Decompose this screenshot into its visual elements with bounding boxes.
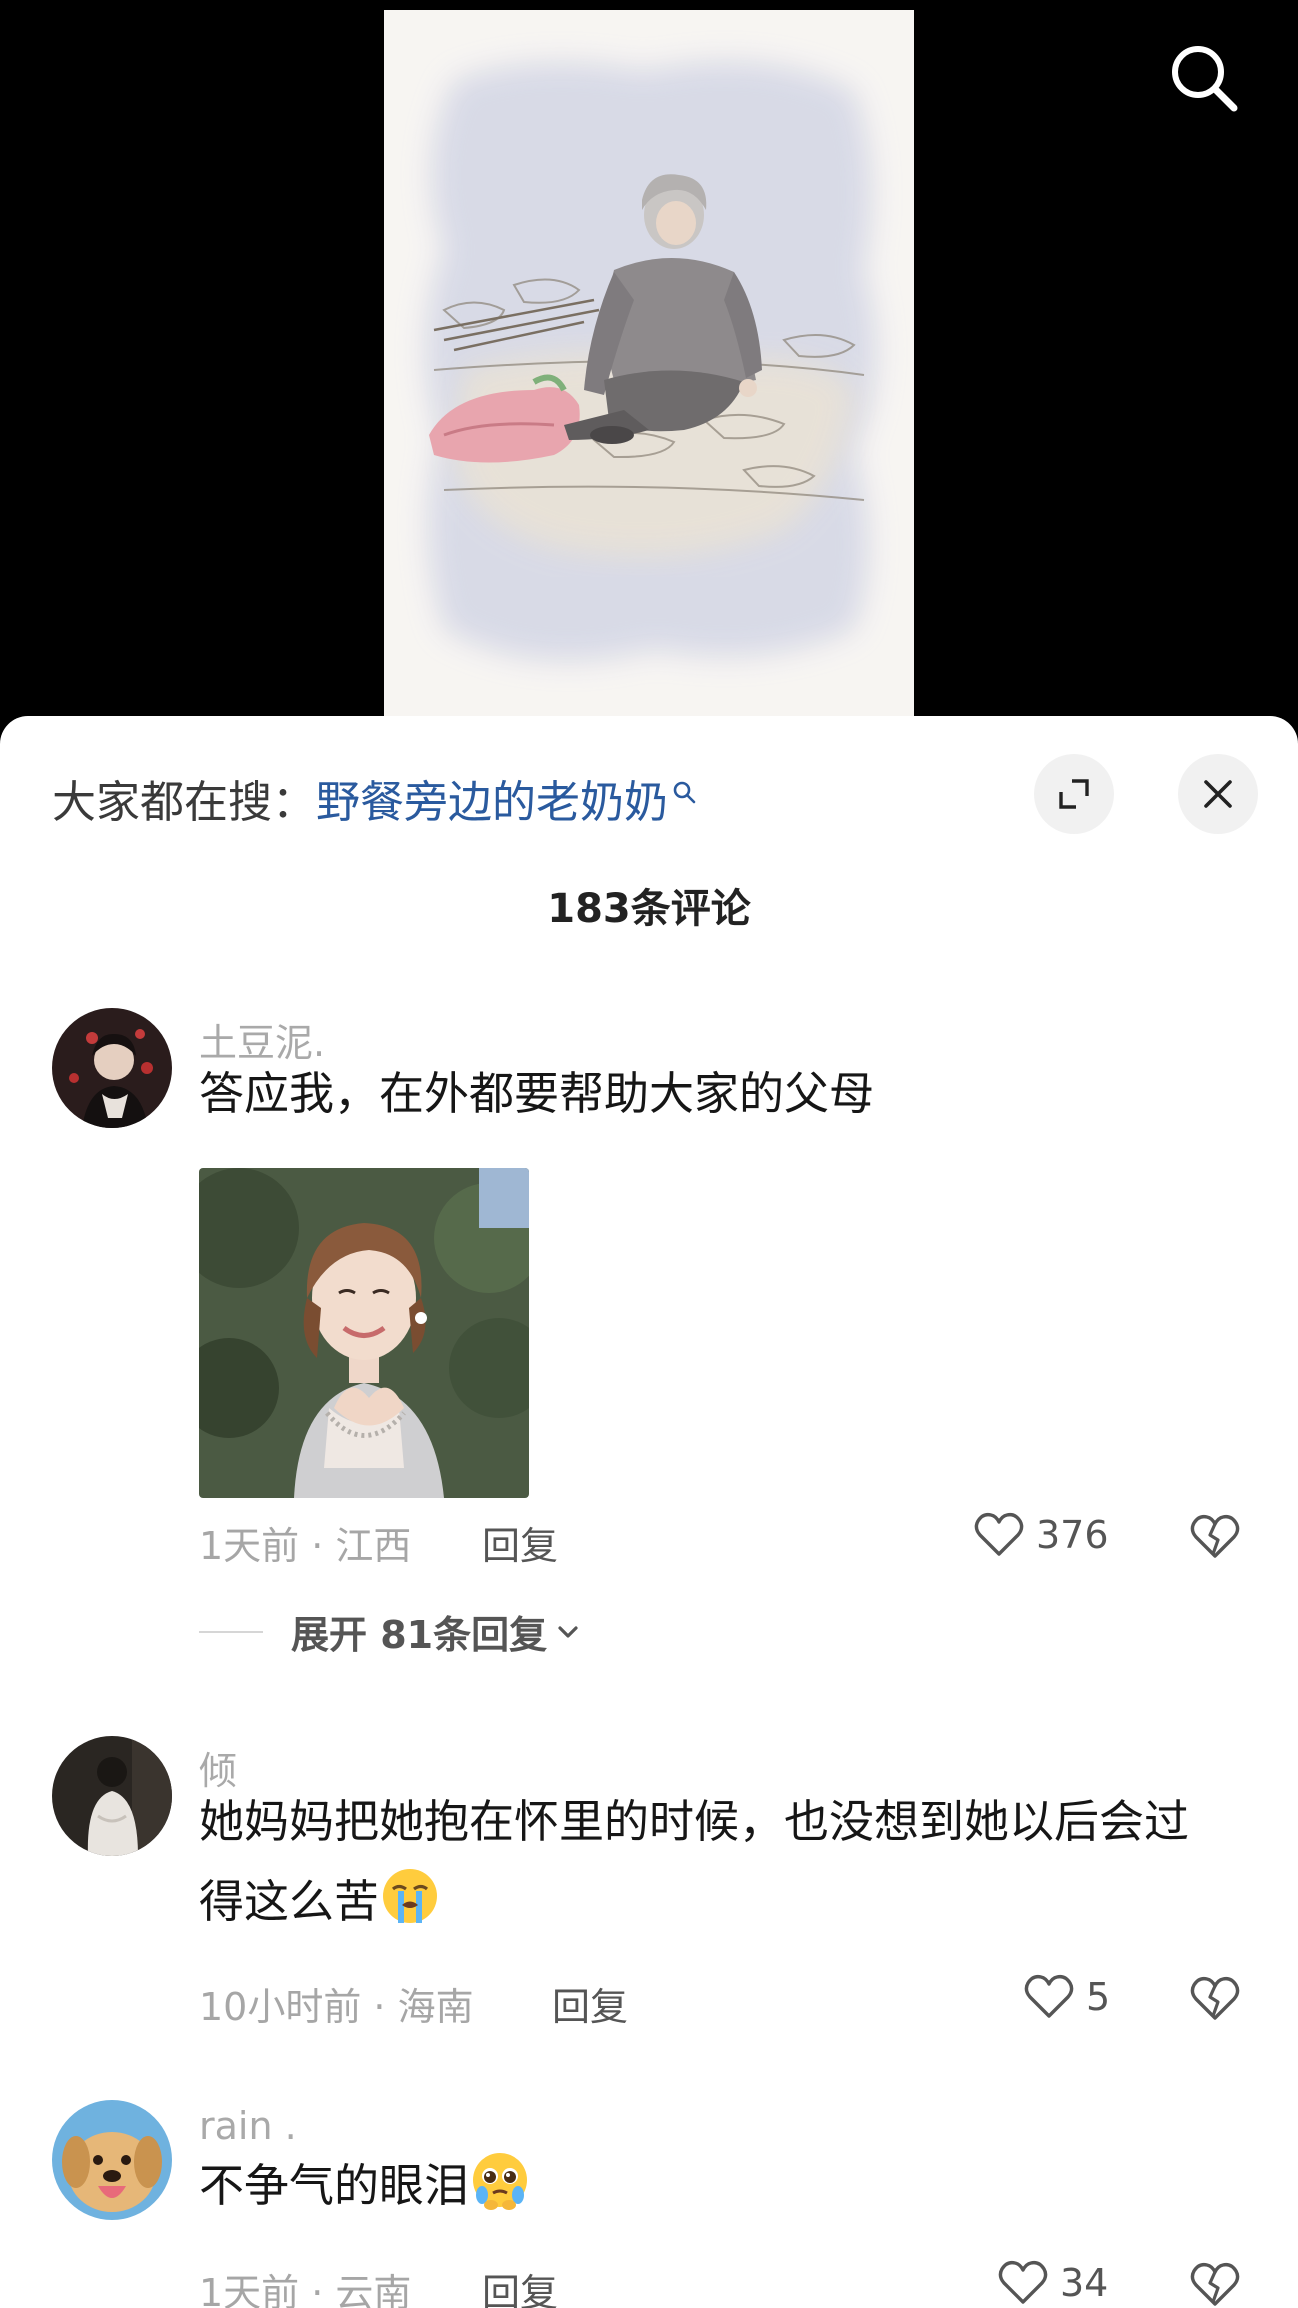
expand-replies-button[interactable]: 展开 81条回复 bbox=[199, 1604, 583, 1659]
comment-username[interactable]: rain . bbox=[199, 2104, 297, 2148]
chevron-down-icon bbox=[558, 1625, 578, 1638]
small-search-icon bbox=[672, 766, 698, 817]
video-frame-illustration bbox=[384, 10, 914, 730]
pleading-face-icon bbox=[469, 2149, 531, 2211]
like-button[interactable]: 5 bbox=[1022, 1970, 1110, 2024]
comment-text: 她妈妈把她抱在怀里的时候，也没想到她以后会过得这么苦 bbox=[199, 1782, 1229, 1942]
broken-heart-icon bbox=[1190, 2262, 1240, 2306]
comment-sheet: 大家都在搜：野餐旁边的老奶奶 183条评论 土豆泥. 答应我，在外都要帮助大家的… bbox=[0, 716, 1298, 2308]
expand-sheet-button[interactable] bbox=[1034, 754, 1114, 834]
comment-count-title: 183条评论 bbox=[547, 886, 751, 932]
expand-replies-label: 展开 81条回复 bbox=[291, 1613, 548, 1657]
dislike-button[interactable] bbox=[1188, 1972, 1242, 2026]
avatar[interactable] bbox=[52, 2100, 172, 2220]
avatar[interactable] bbox=[52, 1736, 172, 1856]
heart-icon bbox=[998, 2260, 1048, 2304]
loudly-crying-face-icon bbox=[379, 1865, 441, 1927]
comment-meta: 1天前 · 江西 bbox=[199, 1524, 412, 1568]
heart-icon bbox=[1024, 1974, 1074, 2018]
dislike-button[interactable] bbox=[1188, 2258, 1242, 2308]
elderly-woman-illustration bbox=[384, 10, 914, 730]
divider-line bbox=[199, 1630, 263, 1633]
trending-prefix: 大家都在搜： bbox=[52, 777, 316, 828]
search-button[interactable] bbox=[1166, 40, 1242, 116]
comment-text-content: 不争气的眼泪 bbox=[199, 2159, 470, 2212]
close-icon bbox=[1204, 780, 1232, 808]
heart-icon bbox=[974, 1512, 1024, 1556]
reply-button[interactable]: 回复 bbox=[482, 2262, 558, 2308]
comment-text-content: 她妈妈把她抱在怀里的时候，也没想到她以后会过得这么苦 bbox=[199, 1795, 1190, 1928]
like-count: 5 bbox=[1086, 1975, 1111, 2019]
trending-keyword[interactable]: 野餐旁边的老奶奶 bbox=[316, 777, 668, 828]
like-button[interactable]: 376 bbox=[972, 1508, 1109, 1562]
like-button[interactable]: 34 bbox=[996, 2256, 1108, 2308]
close-button[interactable] bbox=[1178, 754, 1258, 834]
comment-sticker-image[interactable] bbox=[199, 1168, 529, 1498]
like-count: 376 bbox=[1036, 1513, 1109, 1557]
video-player[interactable] bbox=[0, 0, 1298, 760]
expand-icon bbox=[1059, 779, 1089, 809]
comment-meta: 1天前 · 云南 bbox=[199, 2271, 412, 2308]
broken-heart-icon bbox=[1190, 1976, 1240, 2020]
reply-button[interactable]: 回复 bbox=[482, 1515, 558, 1570]
search-icon bbox=[1172, 46, 1238, 112]
reply-button[interactable]: 回复 bbox=[552, 1976, 628, 2031]
dislike-button[interactable] bbox=[1188, 1510, 1242, 1564]
comment-text: 答应我，在外都要帮助大家的父母 bbox=[199, 1067, 875, 1120]
trending-search[interactable]: 大家都在搜：野餐旁边的老奶奶 bbox=[52, 766, 698, 830]
broken-heart-icon bbox=[1190, 1514, 1240, 1558]
comment-text: 不争气的眼泪 bbox=[199, 2146, 1229, 2226]
avatar[interactable] bbox=[52, 1008, 172, 1128]
like-count: 34 bbox=[1060, 2261, 1109, 2305]
comment-meta: 10小时前 · 海南 bbox=[199, 1985, 474, 2029]
